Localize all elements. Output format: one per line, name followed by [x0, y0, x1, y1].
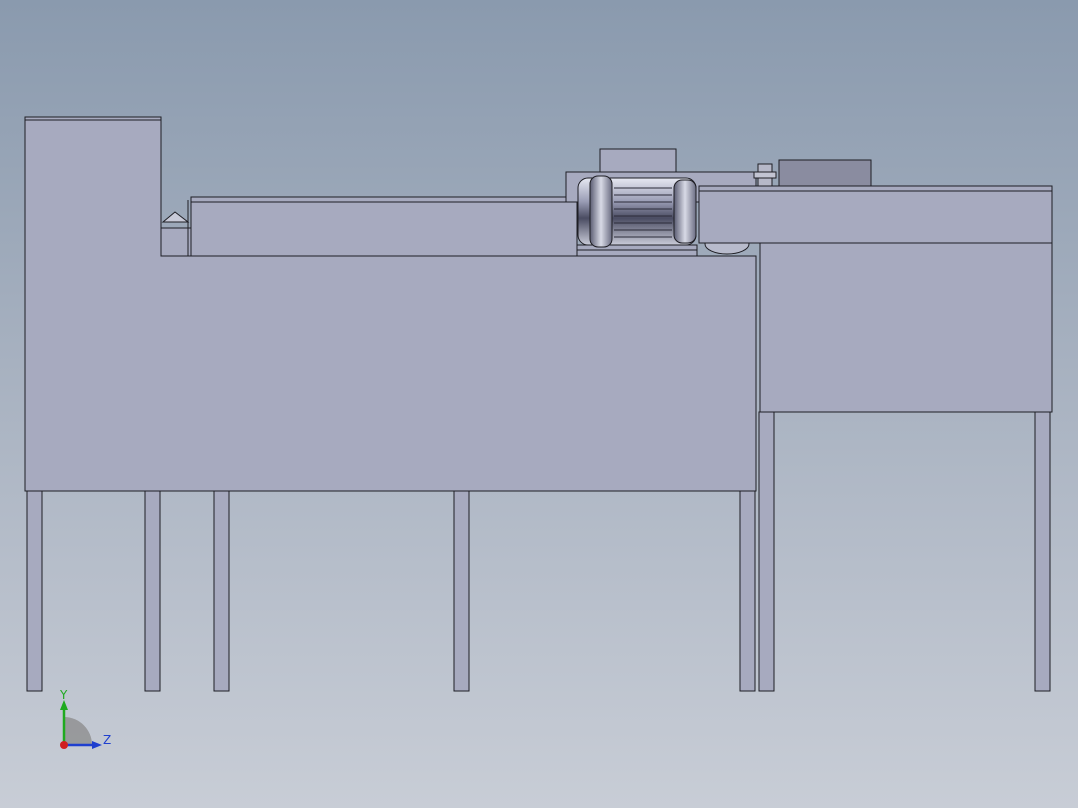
leg-6	[758, 411, 775, 692]
cad-model-view[interactable]: Y Z	[0, 0, 1078, 808]
leg-5	[739, 490, 756, 692]
leg-1	[26, 490, 43, 692]
control-box[interactable]	[778, 159, 872, 187]
leg-2	[144, 490, 161, 692]
z-axis-label: Z	[103, 733, 111, 747]
right-cabinet[interactable]	[759, 242, 1053, 413]
leg-3	[213, 490, 230, 692]
legs-main	[26, 490, 756, 692]
leg-7	[1034, 411, 1051, 692]
fitting	[753, 163, 777, 187]
y-axis-label: Y	[59, 688, 68, 702]
legs-right	[758, 411, 1051, 692]
conveyor-table-top[interactable]	[698, 185, 1053, 244]
leg-4	[453, 490, 470, 692]
chute	[160, 200, 192, 257]
electric-motor[interactable]	[577, 175, 697, 248]
feed-trough[interactable]	[190, 196, 578, 257]
cad-viewport[interactable]: Y Z	[0, 0, 1078, 808]
coordinate-triad: Y Z	[59, 688, 111, 749]
